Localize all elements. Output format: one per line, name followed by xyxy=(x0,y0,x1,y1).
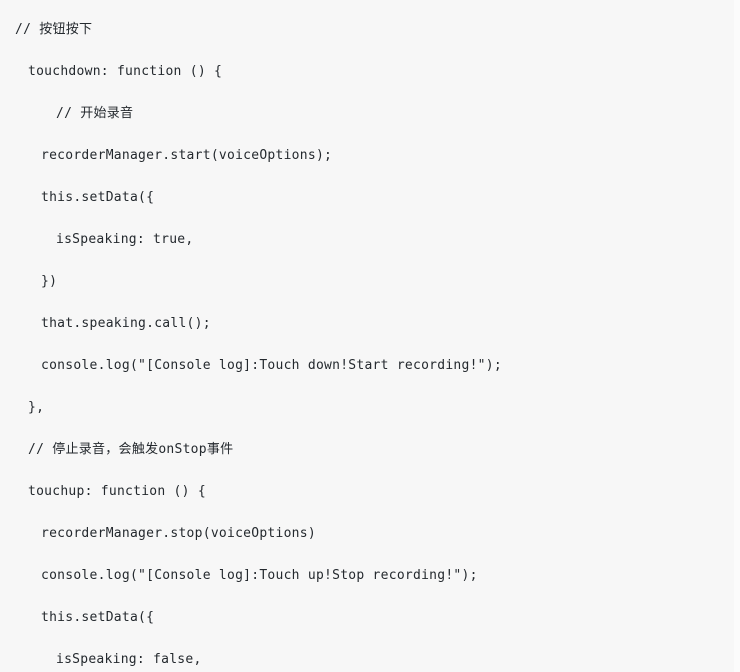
code-line: console.log("[Console log]:Touch down!St… xyxy=(41,358,502,373)
code-line: touchup: function () { xyxy=(28,484,206,499)
code-line-list: // 按钮按下 touchdown: function () { // 开始录音 re… xyxy=(0,0,740,672)
code-line: }) xyxy=(41,274,58,289)
code-line: touchdown: function () { xyxy=(28,64,223,79)
code-line: this.setData({ xyxy=(41,190,155,205)
code-line: // 开始录音 xyxy=(56,106,134,121)
code-line: this.setData({ xyxy=(41,610,155,625)
code-block: // 按钮按下 touchdown: function () { // 开始录音 re… xyxy=(0,0,740,672)
code-line: isSpeaking: false, xyxy=(56,652,202,667)
code-line: recorderManager.stop(voiceOptions) xyxy=(41,526,316,541)
code-line: // 按钮按下 xyxy=(15,22,93,37)
code-line: // 停止录音，会触发onStop事件 xyxy=(28,442,234,457)
code-line: recorderManager.start(voiceOptions); xyxy=(41,148,333,163)
code-line: that.speaking.call(); xyxy=(41,316,211,331)
code-line: console.log("[Console log]:Touch up!Stop… xyxy=(41,568,478,583)
code-line: }, xyxy=(28,400,45,415)
code-line: isSpeaking: true, xyxy=(56,232,194,247)
